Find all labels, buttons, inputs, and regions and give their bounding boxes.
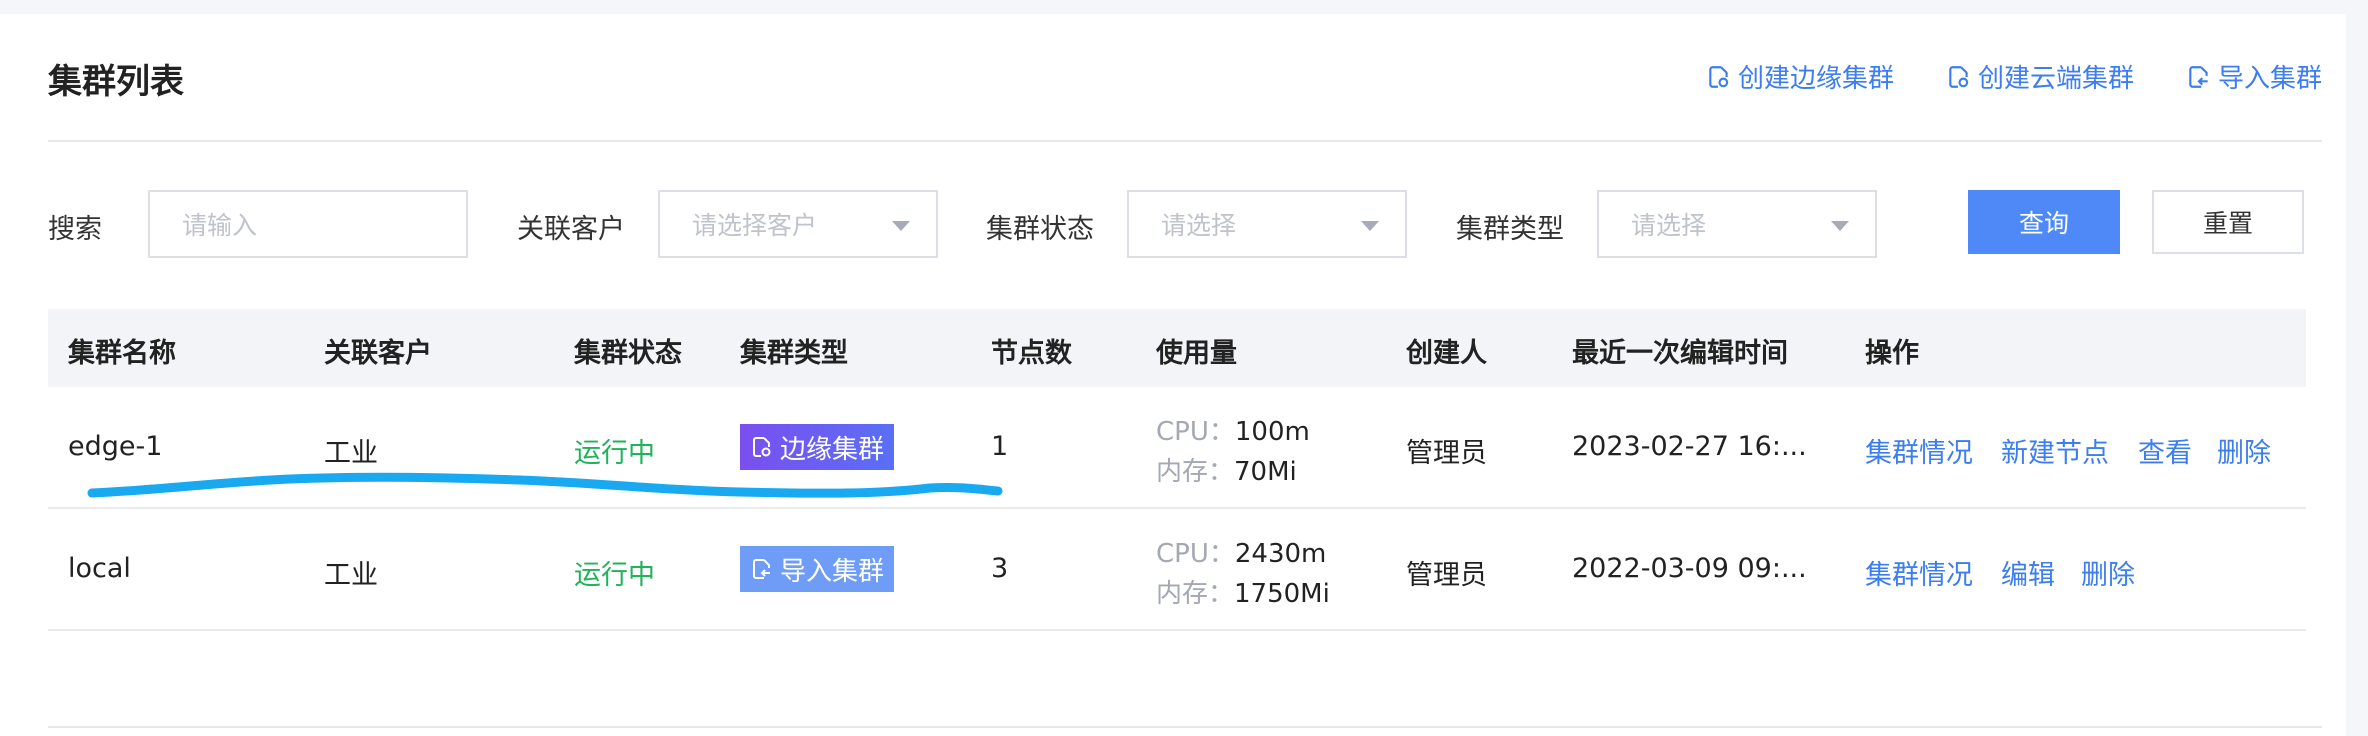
cluster-add-icon <box>1949 65 1969 88</box>
memory-usage-value: 70Mi <box>1234 457 1297 487</box>
memory-usage-value: 1750Mi <box>1234 579 1330 609</box>
table-header: 集群名称 关联客户 集群状态 集群类型 节点数 使用量 创建人 最近一次编辑时间… <box>48 309 2306 387</box>
search-label: 搜索 <box>48 214 102 245</box>
cluster-customer: 工业 <box>324 438 378 469</box>
status-select[interactable]: 请选择 <box>1127 190 1407 258</box>
customer-filter-label: 关联客户 <box>517 214 625 245</box>
cpu-usage-key: CPU： <box>1156 417 1235 447</box>
memory-usage-key: 内存： <box>1156 579 1235 609</box>
header-divider <box>48 140 2322 142</box>
memory-usage: 内存：70Mi <box>1156 451 1297 488</box>
cluster-status-link[interactable]: 集群情况 <box>1865 553 1973 592</box>
table-bottom-divider <box>48 726 2322 728</box>
search-input[interactable]: 请输入 <box>148 190 468 258</box>
new-node-link[interactable]: 新建节点 <box>2001 431 2109 470</box>
chevron-down-icon <box>1831 221 1849 231</box>
cpu-usage-key: CPU： <box>1156 539 1235 569</box>
status-filter-label: 集群状态 <box>986 214 1094 245</box>
column-header-edited-time: 最近一次编辑时间 <box>1572 338 1788 369</box>
create-cloud-cluster-button[interactable]: 创建云端集群 <box>1946 58 2134 95</box>
delete-link[interactable]: 删除 <box>2081 553 2135 592</box>
column-header-type: 集群类型 <box>740 338 848 369</box>
column-header-actions: 操作 <box>1865 338 1919 369</box>
header-actions: 创建边缘集群 创建云端集群 导入集群 <box>1706 58 2322 95</box>
status-placeholder: 请选择 <box>1161 211 1237 240</box>
cluster-type-tag: 边缘集群 <box>740 424 895 470</box>
query-button[interactable]: 查询 <box>1968 190 2120 254</box>
column-header-name: 集群名称 <box>68 338 176 369</box>
cpu-usage: CPU：100m <box>1156 411 1310 448</box>
cluster-name: edge-1 <box>68 431 163 462</box>
column-header-status: 集群状态 <box>574 338 682 369</box>
import-cluster-label: 导入集群 <box>2217 64 2322 94</box>
cluster-status-link[interactable]: 集群情况 <box>1865 431 1973 470</box>
cpu-usage: CPU：2430m <box>1156 533 1326 570</box>
cpu-usage-value: 100m <box>1234 417 1310 447</box>
page-title: 集群列表 <box>48 62 184 102</box>
cluster-add-icon <box>753 437 771 457</box>
delete-link[interactable]: 删除 <box>2217 431 2271 470</box>
import-icon <box>753 559 770 579</box>
view-link[interactable]: 查看 <box>2138 431 2192 470</box>
cluster-add-icon <box>1709 65 1729 88</box>
memory-usage: 内存：1750Mi <box>1156 573 1330 610</box>
customer-select[interactable]: 请选择客户 <box>658 190 938 258</box>
edited-time: 2023-02-27 16:... <box>1572 431 1807 462</box>
memory-usage-key: 内存： <box>1156 457 1235 487</box>
column-header-nodes: 节点数 <box>991 338 1072 369</box>
create-edge-cluster-button[interactable]: 创建边缘集群 <box>1706 58 1894 95</box>
cluster-type-label: 边缘集群 <box>780 434 885 465</box>
import-icon <box>2189 65 2208 88</box>
creator: 管理员 <box>1406 438 1487 469</box>
customer-placeholder: 请选择客户 <box>692 211 818 240</box>
type-placeholder: 请选择 <box>1631 211 1707 240</box>
cluster-customer: 工业 <box>324 560 378 591</box>
cluster-type-tag: 导入集群 <box>740 546 895 592</box>
cluster-type-label: 导入集群 <box>780 556 885 587</box>
status-badge: 运行中 <box>574 438 655 469</box>
search-placeholder: 请输入 <box>182 211 258 240</box>
column-header-usage: 使用量 <box>1156 338 1237 369</box>
cluster-name: local <box>68 553 131 584</box>
edited-time: 2022-03-09 09:... <box>1572 553 1807 584</box>
node-count: 3 <box>991 553 1009 584</box>
create-cloud-cluster-label: 创建云端集群 <box>1977 64 2134 94</box>
chevron-down-icon <box>892 221 910 231</box>
edit-link[interactable]: 编辑 <box>2001 553 2055 592</box>
creator: 管理员 <box>1406 560 1487 591</box>
cpu-usage-value: 2430m <box>1234 539 1327 569</box>
type-filter-label: 集群类型 <box>1456 214 1564 245</box>
chevron-down-icon <box>1361 221 1379 231</box>
node-count: 1 <box>991 431 1009 462</box>
reset-button[interactable]: 重置 <box>2152 190 2304 254</box>
import-cluster-button[interactable]: 导入集群 <box>2186 58 2322 95</box>
status-badge: 运行中 <box>574 560 655 591</box>
cluster-list-card: 集群列表 创建边缘集群 创建云端集群 导入集群 搜索 请输入 关联客户 请选择客… <box>0 14 2346 736</box>
column-header-creator: 创建人 <box>1406 338 1487 369</box>
create-edge-cluster-label: 创建边缘集群 <box>1737 64 1894 94</box>
column-header-customer: 关联客户 <box>324 338 432 369</box>
table-row: edge-1 工业 运行中 边缘集群 1 CPU：100m 内存：70Mi 管理… <box>48 387 2306 509</box>
table-row: local 工业 运行中 导入集群 3 CPU：2430m 内存：1750Mi … <box>48 509 2306 631</box>
type-select[interactable]: 请选择 <box>1597 190 1877 258</box>
